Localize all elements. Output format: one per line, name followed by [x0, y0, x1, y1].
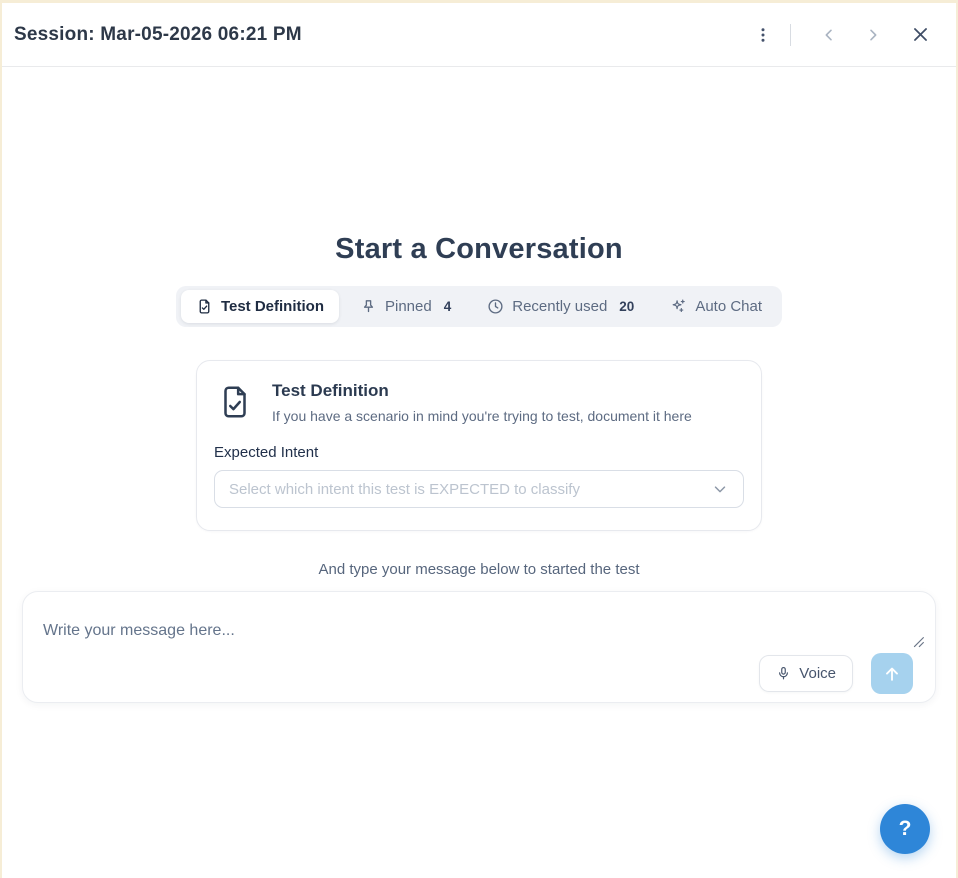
next-session-button[interactable] [861, 23, 885, 47]
card-wrap: Test Definition If you have a scenario i… [2, 360, 956, 531]
arrow-up-icon [882, 664, 902, 684]
message-input[interactable] [43, 606, 919, 653]
tab-label: Recently used [512, 298, 607, 315]
tab-label: Test Definition [221, 298, 324, 315]
header-divider [790, 24, 791, 46]
session-window: Session: Mar-05-2026 06:21 PM [0, 0, 958, 878]
close-icon [911, 25, 930, 44]
kebab-menu-icon [754, 26, 772, 44]
voice-button-label: Voice [799, 665, 836, 682]
header-actions [750, 21, 934, 48]
expected-intent-label: Expected Intent [214, 444, 744, 461]
card-title: Test Definition [272, 381, 692, 401]
file-check-icon [196, 298, 213, 315]
chevron-right-icon [865, 27, 881, 43]
expected-intent-select[interactable]: Select which intent this test is EXPECTE… [214, 470, 744, 508]
tab-test-definition[interactable]: Test Definition [181, 290, 339, 323]
send-button[interactable] [871, 653, 913, 694]
tab-label: Auto Chat [695, 298, 762, 315]
tab-badge: 20 [619, 299, 634, 314]
card-header-text: Test Definition If you have a scenario i… [272, 381, 692, 424]
select-placeholder: Select which intent this test is EXPECTE… [229, 481, 711, 498]
file-check-icon [216, 383, 254, 426]
clock-icon [487, 298, 504, 315]
resize-handle[interactable] [912, 636, 925, 649]
test-definition-card: Test Definition If you have a scenario i… [196, 360, 762, 531]
more-options-button[interactable] [750, 22, 776, 48]
previous-session-button[interactable] [817, 23, 841, 47]
conversation-source-tabs: Test Definition Pinned 4 [176, 286, 782, 327]
tab-auto-chat[interactable]: Auto Chat [655, 290, 777, 323]
sparkles-icon [670, 298, 687, 315]
help-button[interactable]: ? [880, 804, 930, 854]
message-composer: Voice [22, 591, 936, 703]
microphone-icon [776, 666, 791, 681]
voice-button[interactable]: Voice [759, 655, 853, 692]
card-description: If you have a scenario in mind you're tr… [272, 408, 692, 424]
chevron-left-icon [821, 27, 837, 43]
session-title: Session: Mar-05-2026 06:21 PM [14, 24, 302, 46]
tab-recently-used[interactable]: Recently used 20 [472, 290, 649, 323]
composer-actions: Voice [43, 653, 919, 694]
hero-section: Start a Conversation [2, 233, 956, 266]
tab-label: Pinned [385, 298, 432, 315]
session-header: Session: Mar-05-2026 06:21 PM [2, 3, 956, 67]
tab-pinned[interactable]: Pinned 4 [345, 290, 466, 323]
chevron-down-icon [711, 480, 729, 498]
help-button-label: ? [899, 817, 912, 841]
composer-helper-text: And type your message below to started t… [2, 561, 956, 578]
tab-badge: 4 [444, 299, 452, 314]
card-header: Test Definition If you have a scenario i… [214, 381, 744, 426]
pin-icon [360, 298, 377, 315]
tabbar-wrap: Test Definition Pinned 4 [2, 286, 956, 327]
close-button[interactable] [907, 21, 934, 48]
page-title: Start a Conversation [2, 233, 956, 266]
